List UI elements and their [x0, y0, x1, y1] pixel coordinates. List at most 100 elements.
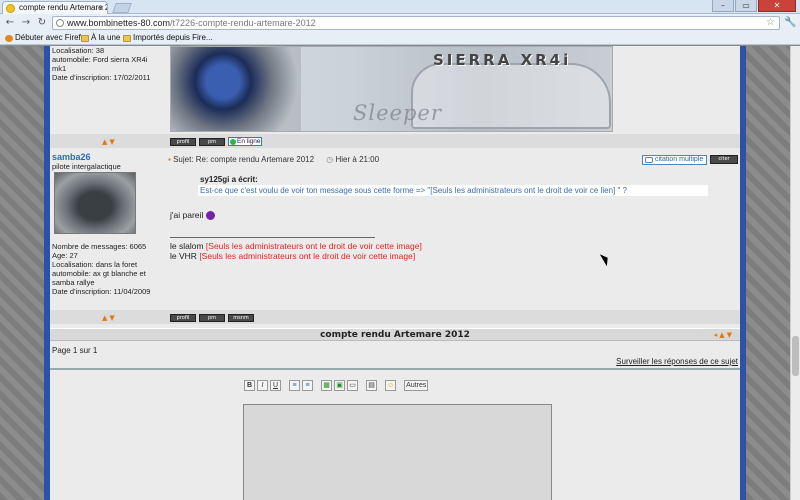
quote-text: Est-ce que c'est voulu de voir ton messa…: [198, 185, 708, 196]
forward-arrow-icon[interactable]: →: [20, 17, 32, 29]
window-controls: – ▭ ✕: [712, 0, 796, 12]
page-viewport: Localisation: 38 automobile: Ford sierra…: [0, 46, 800, 500]
forum-content: Localisation: 38 automobile: Ford sierra…: [50, 46, 740, 500]
msn-button[interactable]: msnm: [228, 314, 254, 322]
signature-line: le slalom [Seuls les administrateurs ont…: [170, 241, 422, 251]
multi-quote-label: citation multiple: [655, 156, 704, 163]
avatar[interactable]: [54, 172, 136, 234]
signature-label: le VHR: [170, 251, 197, 261]
bookmark-label: Importés depuis Fire...: [133, 33, 213, 42]
smiley-button[interactable]: ☺: [385, 380, 397, 391]
more-options-button[interactable]: Autres: [404, 380, 429, 391]
quote-author: sy125gi a écrit:: [200, 175, 258, 184]
reload-icon[interactable]: ↻: [36, 17, 48, 29]
post-reply-text: j'ai pareil: [170, 210, 204, 220]
prev-post-footer: [50, 134, 740, 148]
image-button[interactable]: ▦: [321, 380, 332, 391]
minimize-button[interactable]: –: [712, 0, 734, 12]
stat-line: Localisation: dans la foret: [52, 260, 138, 269]
up-down-arrows-icon[interactable]: ▲▼: [102, 314, 117, 322]
quote-button[interactable]: citer: [710, 155, 738, 164]
editor-toolbar: B I U ≡ ≡ ▦ ▣ ▭ ▤ ☺ Autres: [244, 380, 429, 391]
post-rank: pilote intergalactique: [52, 162, 121, 171]
stat-line: automobile: ax gt blanche et samba rally…: [52, 269, 146, 287]
folder-icon: [81, 35, 89, 42]
stat-line: Nombre de messages: 6065: [52, 242, 147, 251]
bookmark-item[interactable]: Débuter avec Firefox: [4, 32, 89, 44]
hidden-image-notice: [Seuls les administrateurs ont le droit …: [199, 251, 416, 261]
site-favicon-icon: [6, 4, 15, 13]
url-host: www.bombinettes-80.com: [67, 18, 171, 28]
hidden-image-notice: [Seuls les administrateurs ont le droit …: [205, 241, 422, 251]
pagination: Page 1 sur 1: [52, 346, 98, 355]
profile-line: Localisation: 38: [52, 46, 105, 55]
bookmark-item[interactable]: Importés depuis Fire...: [122, 32, 213, 44]
smiley-icon: [206, 211, 216, 221]
post-icon: ▪: [168, 155, 171, 164]
close-window-button[interactable]: ✕: [758, 0, 796, 12]
align-center-button[interactable]: ≡: [302, 380, 313, 391]
window-titlebar: compte rendu Artemare 20... × – ▭ ✕: [0, 0, 800, 14]
new-tab-button[interactable]: [112, 3, 132, 13]
pm-button[interactable]: pm: [199, 138, 225, 146]
topic-nav-arrows-icon[interactable]: ◂▲▼: [714, 329, 734, 341]
page-scrollbar[interactable]: [790, 46, 800, 500]
post-reply-line: j'ai pareil: [170, 210, 216, 221]
signature-label: le slalom: [170, 241, 204, 251]
stat-line: Date d'inscription: 11/04/2009: [52, 287, 151, 296]
post-footer: [50, 310, 740, 324]
back-arrow-icon[interactable]: ←: [4, 17, 16, 29]
profile-line: Date d'inscription: 17/02/2011: [52, 73, 151, 82]
profile-line: automobile: Ford sierra XR4i mk1: [52, 55, 148, 73]
post-author-stats: Nombre de messages: 6065 Age: 27 Localis…: [50, 242, 166, 296]
video-button[interactable]: ▣: [334, 380, 345, 391]
tab-close-icon[interactable]: ×: [99, 2, 104, 14]
pm-button[interactable]: pm: [199, 314, 225, 322]
up-down-arrows-icon[interactable]: ▲▼: [102, 138, 117, 146]
address-bar[interactable]: www.bombinettes-80.com/t7226-compte-rend…: [52, 16, 780, 30]
browser-tab[interactable]: compte rendu Artemare 20... ×: [2, 1, 108, 14]
profile-button[interactable]: profil: [170, 138, 196, 146]
profile-button[interactable]: profil: [170, 314, 196, 322]
online-status-badge: En ligne: [228, 137, 262, 146]
prev-post-profile: Localisation: 38 automobile: Ford sierra…: [50, 46, 166, 82]
tab-title: compte rendu Artemare 20...: [19, 3, 107, 12]
underline-button[interactable]: U: [270, 380, 281, 391]
url-path: /t7226-compte-rendu-artemare-2012: [170, 18, 316, 28]
italic-button[interactable]: I: [257, 380, 268, 391]
globe-icon: [56, 19, 64, 27]
post-time: Hier à 21:00: [335, 155, 380, 164]
wrench-menu-icon[interactable]: 🔧: [784, 17, 796, 29]
frame-border-right: [740, 46, 746, 500]
topic-title: compte rendu Artemare 2012: [320, 330, 470, 340]
table-button[interactable]: ▤: [366, 380, 377, 391]
topic-title-bar: compte rendu Artemare 2012 ◂▲▼: [50, 328, 740, 341]
browser-toolbar: ← → ↻ www.bombinettes-80.com/t7226-compt…: [0, 14, 800, 32]
online-label: En ligne: [237, 138, 261, 145]
folder-icon: [123, 35, 131, 42]
banner-sleeper-text: Sleeper: [353, 101, 442, 125]
bookmark-star-icon[interactable]: ☆: [766, 17, 775, 29]
post-subject: Sujet: Re: compte rendu Artemare 2012: [173, 155, 315, 164]
stat-line: Age: 27: [52, 251, 78, 260]
section-divider: [50, 368, 740, 370]
bookmarks-bar: Débuter avec Firefox À la une Importés d…: [0, 32, 800, 45]
maximize-button[interactable]: ▭: [735, 0, 757, 12]
bold-button[interactable]: B: [244, 380, 255, 391]
bookmark-label: À la une: [91, 33, 121, 42]
online-dot-icon: [230, 139, 236, 145]
post-username[interactable]: samba26: [50, 152, 166, 162]
signature-divider: [170, 237, 375, 238]
firefox-icon: [5, 35, 13, 42]
signature-line: le VHR [Seuls les administrateurs ont le…: [170, 251, 415, 261]
scrollbar-thumb[interactable]: [792, 336, 799, 376]
bookmark-item[interactable]: À la une: [80, 32, 120, 44]
link-button[interactable]: ▭: [347, 380, 358, 391]
multi-quote-button[interactable]: citation multiple: [642, 155, 707, 165]
quote-icon: [645, 157, 653, 163]
engine-photo: [171, 47, 301, 131]
align-left-button[interactable]: ≡: [289, 380, 300, 391]
reply-textarea[interactable]: [243, 404, 552, 500]
bookmark-label: Débuter avec Firefox: [15, 33, 90, 42]
watch-topic-link[interactable]: Surveiller les réponses de ce sujet: [616, 357, 738, 366]
